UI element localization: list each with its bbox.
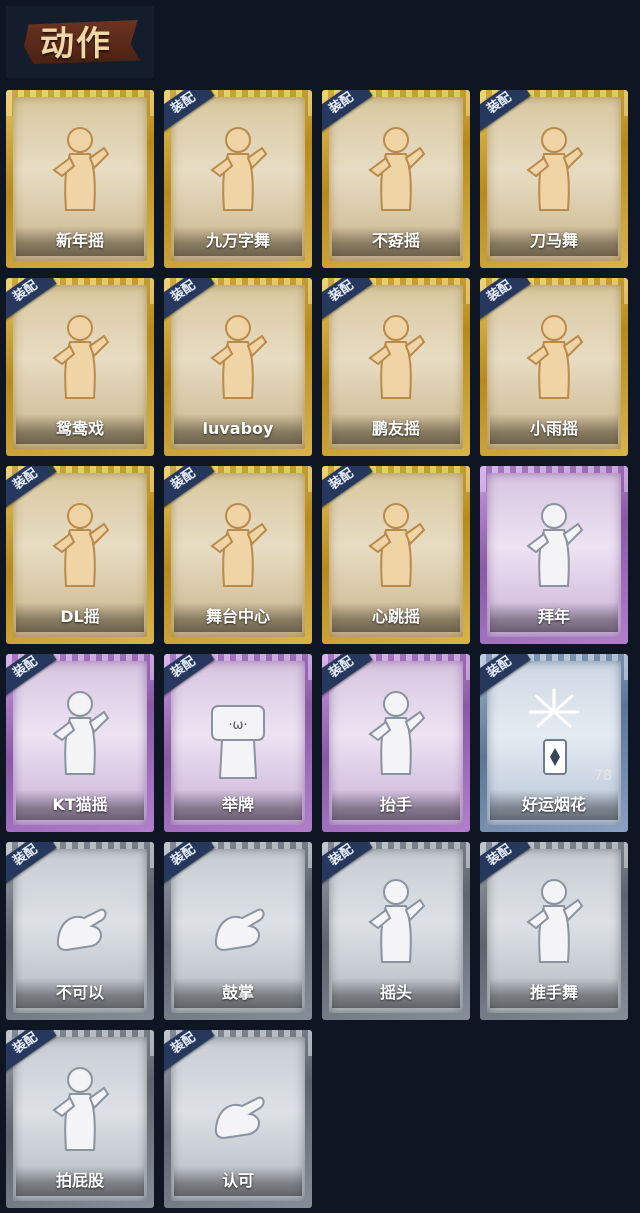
action-label: 拜年 [537, 607, 570, 626]
dancing-figure-icon [514, 118, 594, 218]
action-label: 小雨摇 [529, 419, 578, 438]
svg-text:·ω·: ·ω· [228, 718, 247, 733]
action-card[interactable]: 拍屁股 装配 [6, 1030, 154, 1208]
action-label: 舞台中心 [205, 607, 270, 626]
action-card[interactable]: 新年摇 [6, 90, 154, 268]
wagging-finger-icon [40, 870, 120, 970]
dancing-figure-icon [40, 682, 120, 782]
action-label: 新年摇 [55, 231, 104, 250]
action-card[interactable]: 认可 装配 [164, 1030, 312, 1208]
clapping-hands-icon [198, 870, 278, 970]
action-label: 九万字舞 [205, 231, 270, 250]
action-label: 不可以 [55, 983, 104, 1002]
page-title: 动作 [40, 24, 112, 64]
dancing-figure-icon [40, 306, 120, 406]
action-card[interactable]: 抬手 装配 [322, 654, 470, 832]
dancing-figure-icon [40, 118, 120, 218]
action-card[interactable]: 不可以 装配 [6, 842, 154, 1020]
action-label: 鸳鸯戏 [55, 419, 104, 438]
item-count: 78 [594, 768, 612, 784]
head-shake-icon [356, 870, 436, 970]
action-card[interactable]: 鸳鸯戏 装配 [6, 278, 154, 456]
thumbs-up-icon [198, 1058, 278, 1158]
action-card[interactable]: 小雨摇 装配 [480, 278, 628, 456]
action-card[interactable]: DL摇 装配 [6, 466, 154, 644]
dancing-figure-icon [198, 306, 278, 406]
action-card[interactable]: 鼓掌 装配 [164, 842, 312, 1020]
action-label: 鼓掌 [221, 983, 254, 1002]
pushing-hands-icon [514, 870, 594, 970]
dancing-figure-icon [356, 494, 436, 594]
action-label: luvaboy [202, 419, 274, 438]
butt-pat-icon [40, 1058, 120, 1158]
bowing-figure-icon [514, 494, 594, 594]
action-card[interactable]: 鹏友摇 装配 [322, 278, 470, 456]
action-card[interactable]: 推手舞 装配 [480, 842, 628, 1020]
sign-holding-icon: ·ω· [198, 682, 278, 782]
action-label: 鹏友摇 [371, 419, 420, 438]
action-label: 举牌 [221, 795, 254, 814]
action-label: 摇头 [379, 983, 412, 1002]
section-header: 动作 [6, 6, 154, 78]
action-grid: 新年摇 九万字舞 装配 不孬摇 装配 刀马舞 装配 鸳鸯戏 装配 luvaboy 装配 鹏友摇 装配 小雨… [6, 90, 630, 1208]
action-card[interactable]: 拜年 [480, 466, 628, 644]
action-card[interactable]: 刀马舞 装配 [480, 90, 628, 268]
action-label: 好运烟花 [521, 795, 586, 814]
action-label: 推手舞 [529, 983, 578, 1002]
action-label: 心跳摇 [371, 607, 420, 626]
firework-icon [514, 682, 594, 782]
raising-hand-icon [356, 682, 436, 782]
action-label: DL摇 [60, 607, 100, 626]
action-label: 抬手 [379, 795, 412, 814]
action-card[interactable]: 摇头 装配 [322, 842, 470, 1020]
action-label: 刀马舞 [529, 231, 578, 250]
dancing-figure-icon [198, 118, 278, 218]
action-label: 不孬摇 [371, 231, 420, 250]
action-card[interactable]: KT猫摇 装配 [6, 654, 154, 832]
dancing-figure-icon [198, 494, 278, 594]
dancing-figure-icon [40, 494, 120, 594]
dancing-figure-icon [356, 118, 436, 218]
action-card[interactable]: 好运烟花 78 装配 [480, 654, 628, 832]
dancing-figure-icon [514, 306, 594, 406]
action-label: 认可 [221, 1171, 254, 1190]
action-label: 拍屁股 [55, 1171, 104, 1190]
action-label: KT猫摇 [52, 795, 108, 814]
action-card[interactable]: 九万字舞 装配 [164, 90, 312, 268]
action-card[interactable]: 不孬摇 装配 [322, 90, 470, 268]
action-card[interactable]: luvaboy 装配 [164, 278, 312, 456]
action-card[interactable]: 心跳摇 装配 [322, 466, 470, 644]
action-card[interactable]: 舞台中心 装配 [164, 466, 312, 644]
action-card[interactable]: ·ω· 举牌 装配 [164, 654, 312, 832]
dancing-figure-icon [356, 306, 436, 406]
